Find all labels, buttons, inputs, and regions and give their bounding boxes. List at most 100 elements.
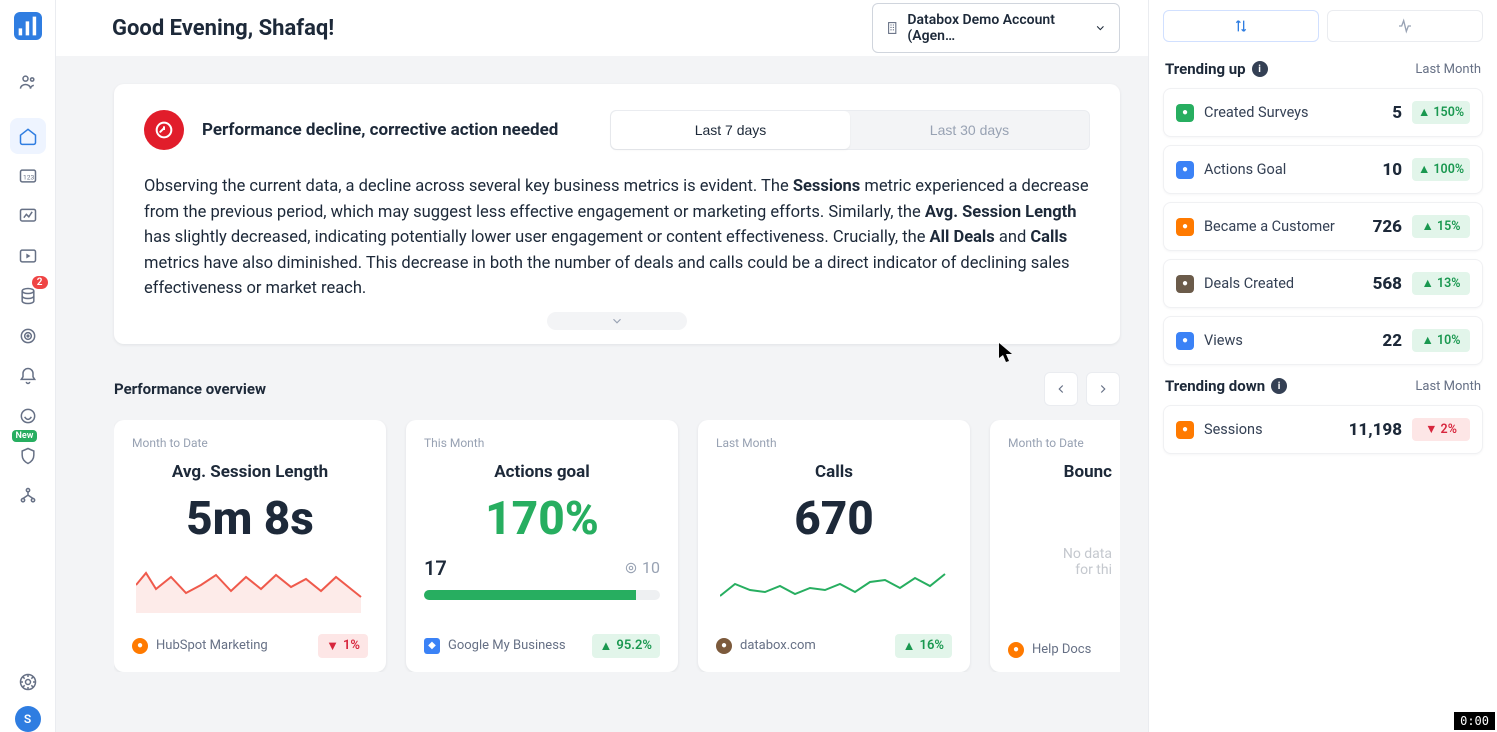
sidebar-item-alerts[interactable]: [10, 358, 46, 394]
sidebar-item-home[interactable]: [10, 118, 46, 154]
up-down-icon: [1233, 18, 1249, 34]
info-icon[interactable]: i: [1252, 61, 1268, 77]
info-icon[interactable]: i: [1271, 378, 1287, 394]
summary-bold: All Deals: [930, 228, 995, 247]
metric-period: Month to Date: [132, 436, 368, 450]
source-mini-icon: ●: [1176, 104, 1194, 122]
performance-summary-card: Performance decline, corrective action n…: [114, 84, 1120, 344]
no-data-text: No data: [1008, 546, 1112, 562]
metric-name: Bounc: [1008, 462, 1112, 482]
sidebar-item-security[interactable]: New: [10, 438, 46, 474]
goal-target: 10: [642, 558, 660, 577]
trend-item[interactable]: ●Actions Goal10▲ 100%: [1163, 145, 1483, 194]
activity-icon: [1397, 18, 1413, 34]
trend-value: 568: [1373, 274, 1402, 294]
summary-bold: Avg. Session Length: [925, 203, 1077, 222]
source-mini-icon: ●: [1176, 332, 1194, 350]
trend-delta: ▲ 10%: [1412, 329, 1470, 352]
app-logo-icon[interactable]: [14, 12, 42, 40]
summary-bold: Calls: [1030, 228, 1067, 247]
trend-label: Became a Customer: [1204, 218, 1335, 235]
right-tab-trends[interactable]: [1163, 10, 1319, 42]
sidebar-item-org[interactable]: [10, 478, 46, 514]
metric-value: 170%: [424, 492, 660, 546]
sidebar-badge: 2: [32, 276, 48, 289]
trend-delta: ▲ 150%: [1412, 101, 1470, 124]
chevron-down-icon: [610, 314, 624, 328]
summary-expand-handle[interactable]: [547, 312, 687, 330]
metric-period: This Month: [424, 436, 660, 450]
trend-delta: ▲ 15%: [1412, 215, 1470, 238]
metric-card-avg-session[interactable]: Month to Date Avg. Session Length 5m 8s …: [114, 420, 386, 672]
overview-next-button[interactable]: [1086, 372, 1120, 406]
metric-card-bounce[interactable]: Month to Date Bounc No data for thi ● He…: [990, 420, 1120, 672]
trending-up-title: Trending up: [1165, 60, 1246, 78]
sidebar-item-people[interactable]: [10, 64, 46, 100]
left-sidebar: 123 2 New S: [0, 0, 56, 732]
source-label: Help Docs: [1032, 642, 1091, 657]
sidebar-item-goals[interactable]: [10, 318, 46, 354]
period-tab-30days[interactable]: Last 30 days: [850, 111, 1089, 149]
trend-value: 11,198: [1349, 420, 1402, 440]
right-tab-activity[interactable]: [1327, 10, 1483, 42]
sidebar-item-help[interactable]: [10, 664, 46, 700]
metric-period: Last Month: [716, 436, 952, 450]
source-icon: ●: [716, 638, 732, 654]
metric-card-actions-goal[interactable]: This Month Actions goal 170% 17 10 ◆ Goo…: [406, 420, 678, 672]
page-header: Good Evening, Shafaq! Databox Demo Accou…: [56, 0, 1148, 56]
trend-label: Views: [1204, 332, 1243, 349]
svg-text:123: 123: [23, 173, 34, 181]
metric-value: 670: [716, 492, 952, 546]
summary-text: and: [995, 228, 1031, 247]
sidebar-item-data[interactable]: 2: [10, 278, 46, 314]
source-label: databox.com: [740, 638, 816, 653]
metric-name: Actions goal: [424, 462, 660, 482]
trend-value: 10: [1382, 160, 1402, 180]
sidebar-item-dashboards[interactable]: [10, 198, 46, 234]
source-mini-icon: ●: [1176, 275, 1194, 293]
metric-period: Month to Date: [1008, 436, 1112, 450]
delta-badge: ▼ 1%: [318, 634, 368, 658]
source-mini-icon: ●: [1176, 421, 1194, 439]
source-icon: ●: [1008, 642, 1024, 658]
overview-prev-button[interactable]: [1044, 372, 1078, 406]
main-content: Performance decline, corrective action n…: [56, 56, 1148, 732]
sidebar-item-metrics[interactable]: 123: [10, 158, 46, 194]
building-icon: [885, 20, 899, 36]
account-switcher[interactable]: Databox Demo Account (Agen…: [872, 3, 1120, 53]
source-icon: ●: [132, 638, 148, 654]
trend-label: Sessions: [1204, 421, 1263, 438]
chevron-down-icon: [1094, 21, 1107, 35]
goal-current: 17: [424, 556, 447, 580]
trend-item[interactable]: ●Became a Customer726▲ 15%: [1163, 202, 1483, 251]
trend-label: Actions Goal: [1204, 161, 1286, 178]
trend-item[interactable]: ● Deals Created 568 ▲ 13%: [1163, 259, 1483, 308]
summary-text: has slightly decreased, indicating poten…: [144, 228, 930, 247]
sidebar-item-insights[interactable]: [10, 398, 46, 434]
sparkline-chart: [136, 567, 364, 613]
period-tab-7days[interactable]: Last 7 days: [611, 111, 850, 149]
metric-name: Avg. Session Length: [132, 462, 368, 482]
overview-section-title: Performance overview: [114, 380, 266, 398]
delta-badge: ▲ 16%: [895, 634, 952, 658]
source-icon: ◆: [424, 638, 440, 654]
no-data-text: for thi: [1008, 562, 1112, 578]
trend-label: Deals Created: [1204, 275, 1294, 292]
trend-period: Last Month: [1415, 62, 1481, 77]
trend-item[interactable]: ● Views 22 ▲ 10%: [1163, 316, 1483, 365]
source-label: Google My Business: [448, 638, 566, 653]
trend-delta: ▲ 100%: [1412, 158, 1470, 181]
trend-delta: ▲ 13%: [1412, 272, 1470, 295]
sidebar-item-slides[interactable]: [10, 238, 46, 274]
metric-card-calls[interactable]: Last Month Calls 670 ● databox.com ▲ 16%: [698, 420, 970, 672]
trend-period: Last Month: [1415, 379, 1481, 394]
user-avatar[interactable]: S: [15, 706, 41, 732]
metric-name: Calls: [716, 462, 952, 482]
trending-down-title: Trending down: [1165, 377, 1265, 395]
greeting-title: Good Evening, Shafaq!: [112, 16, 334, 41]
trend-value: 22: [1382, 331, 1402, 351]
trend-item[interactable]: ●Sessions11,198▼ 2%: [1163, 405, 1483, 454]
trend-item[interactable]: ●Created Surveys5▲ 150%: [1163, 88, 1483, 137]
metric-value: 5m 8s: [132, 492, 368, 546]
new-badge: New: [12, 430, 38, 442]
